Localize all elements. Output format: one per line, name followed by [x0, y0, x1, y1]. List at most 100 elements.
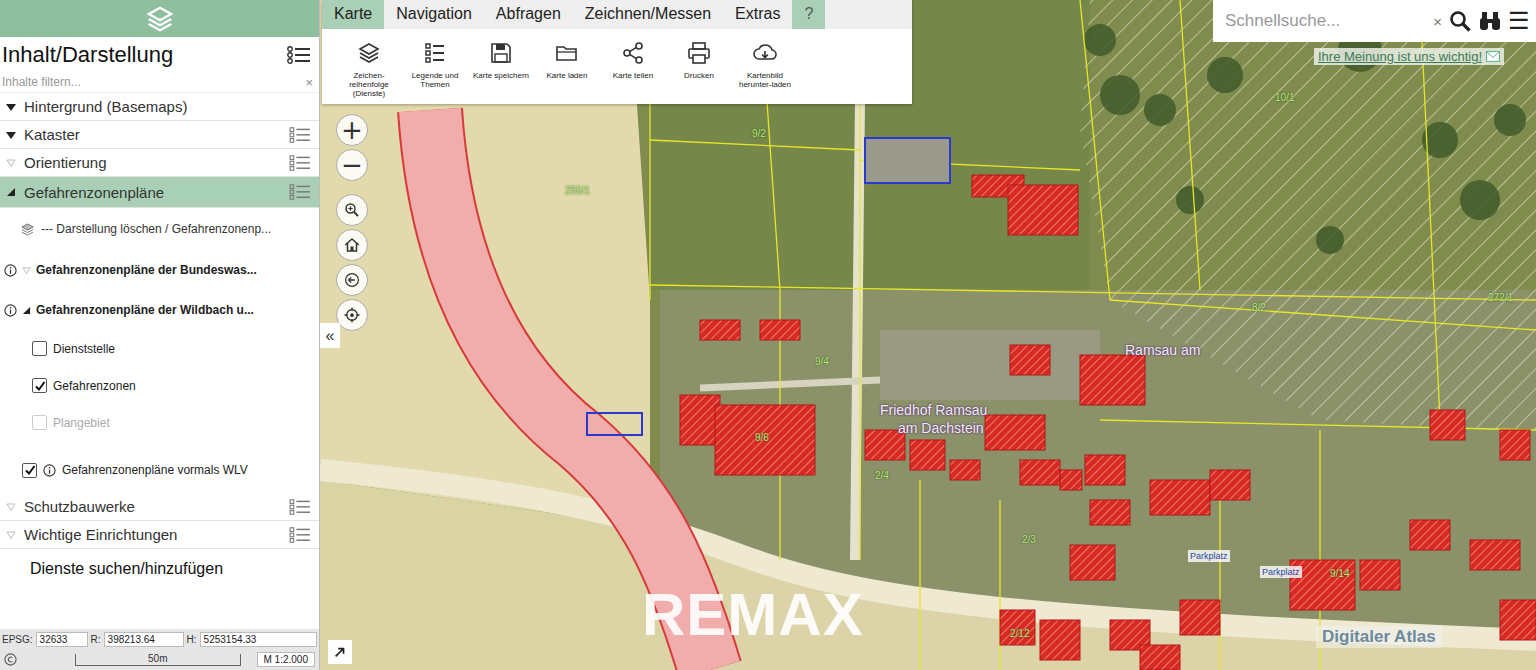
toolbar-tab[interactable]: Zeichnen/Messen — [573, 0, 723, 29]
scale-field[interactable]: M 1:2.000 — [257, 652, 315, 667]
building-hazard[interactable] — [1020, 460, 1060, 485]
building-hazard[interactable] — [700, 320, 740, 340]
search-icon[interactable] — [1448, 9, 1472, 33]
expand-icon[interactable] — [6, 158, 16, 168]
building-hazard[interactable] — [715, 405, 815, 475]
building-hazard[interactable] — [910, 440, 945, 470]
expand-icon[interactable] — [6, 187, 16, 197]
parcel-highlight[interactable] — [865, 138, 950, 183]
layer-group[interactable]: Schutzbauwerke — [0, 493, 319, 521]
legend-list-icon[interactable] — [289, 126, 311, 144]
layer-group-label[interactable]: Hintergrund (Basemaps) — [24, 98, 311, 115]
layer-checkbox-row[interactable]: Gefahrenzonen — [0, 367, 319, 404]
back-button[interactable] — [336, 264, 368, 296]
layer-checkbox-row[interactable]: Dienststelle — [0, 330, 319, 367]
building-hazard[interactable] — [1180, 600, 1220, 635]
layer-checkbox-label[interactable]: Gefahrenzonen — [53, 379, 136, 393]
layer-checkbox-row[interactable]: Gefahrenzonenpläne vormals WLV — [0, 447, 319, 493]
map-view[interactable]: 10/19/28/2272/1255/19/69/42/42/32/129/14… — [320, 0, 1536, 670]
layer-group[interactable]: Gefahrenzonenpläne — [0, 177, 319, 208]
layer-checkbox[interactable] — [32, 341, 47, 356]
building-hazard[interactable] — [1500, 600, 1536, 640]
search-clear-button[interactable]: × — [1433, 13, 1442, 30]
toolbar-button-label[interactable]: Zeichen-reihenfolge (Dienste) — [340, 71, 398, 98]
layer-group[interactable]: Kataster — [0, 121, 319, 149]
building-hazard[interactable] — [1060, 470, 1082, 490]
layer-checkbox-label[interactable]: Dienststelle — [53, 342, 115, 356]
info-icon[interactable] — [4, 304, 17, 317]
r-field[interactable]: 398213.64 — [104, 632, 184, 647]
layer-subgroup[interactable]: Gefahrenzonenpläne der Bundeswas... — [0, 250, 319, 290]
building-hazard[interactable] — [1410, 520, 1450, 550]
toolbar-tab[interactable]: ? — [792, 0, 825, 29]
building-hazard[interactable] — [1430, 410, 1465, 440]
feedback-text[interactable]: Ihre Meinung ist uns wichtig! — [1318, 49, 1482, 64]
feedback-link[interactable]: Ihre Meinung ist uns wichtig! — [1314, 48, 1504, 65]
layer-subgroup[interactable]: Gefahrenzonenpläne der Wildbach u... — [0, 290, 319, 330]
building-hazard[interactable] — [1070, 545, 1115, 580]
building-hazard[interactable] — [1090, 500, 1130, 525]
building-hazard[interactable] — [760, 320, 800, 340]
info-icon[interactable] — [43, 464, 56, 477]
toolbar-button[interactable]: Zeichen-reihenfolge (Dienste) — [336, 41, 402, 98]
layer-group-label[interactable]: Schutzbauwerke — [24, 498, 281, 515]
info-icon[interactable] — [4, 264, 17, 277]
filter-clear-button[interactable]: × — [305, 75, 313, 90]
building-hazard[interactable] — [1080, 355, 1145, 405]
building-hazard[interactable] — [1470, 540, 1520, 570]
find-services-label[interactable]: Dienste suchen/hinzufügen — [30, 560, 223, 578]
copyright-icon[interactable] — [4, 653, 17, 666]
toolbar-button-label[interactable]: Legende und Themen — [406, 71, 464, 89]
layer-checkbox-label[interactable]: Gefahrenzonenpläne vormals WLV — [62, 463, 248, 477]
layer-checkbox-label[interactable]: Plangebiet — [53, 416, 110, 430]
building-hazard[interactable] — [680, 395, 720, 445]
home-button[interactable] — [336, 229, 368, 261]
layer-checkbox[interactable] — [22, 463, 37, 478]
toolbar-button-label[interactable]: Kartenbild herunter-laden — [736, 71, 794, 89]
binoculars-icon[interactable] — [1478, 9, 1502, 33]
toolbar-button[interactable]: Kartenbild herunter-laden — [732, 41, 798, 98]
building-hazard[interactable] — [985, 415, 1045, 450]
locate-button[interactable] — [336, 299, 368, 331]
expand-icon[interactable] — [22, 306, 31, 315]
layer-group-label[interactable]: Orientierung — [24, 154, 281, 171]
toolbar-button[interactable]: Karte teilen — [600, 41, 666, 98]
envelope-icon[interactable] — [1486, 51, 1500, 62]
building-hazard[interactable] — [1210, 470, 1250, 500]
filter-input[interactable] — [2, 74, 305, 90]
building-hazard[interactable] — [950, 460, 980, 480]
layer-checkbox[interactable] — [32, 378, 47, 393]
toolbar-tab[interactable]: Navigation — [384, 0, 484, 29]
expand-icon[interactable] — [6, 502, 16, 512]
layer-group-label[interactable]: Kataster — [24, 126, 281, 143]
expand-icon[interactable] — [6, 130, 16, 140]
clear-display-label[interactable]: --- Darstellung löschen / Gefahrenzonenp… — [41, 222, 271, 236]
legend-list-icon[interactable] — [289, 498, 311, 516]
toolbar-button-label[interactable]: Drucken — [670, 71, 728, 80]
layer-checkbox[interactable] — [32, 415, 47, 430]
search-input[interactable] — [1223, 10, 1427, 32]
toolbar-tab[interactable]: Extras — [723, 0, 792, 29]
toolbar-button[interactable]: Karte speichern — [468, 41, 534, 98]
zoom-out-button[interactable]: − — [336, 149, 368, 181]
toolbar-tab[interactable]: Karte — [322, 0, 384, 29]
building-hazard[interactable] — [1085, 455, 1125, 485]
zoom-in-button[interactable]: + — [336, 114, 368, 146]
building-hazard[interactable] — [1008, 185, 1078, 235]
zoom-box-button[interactable] — [336, 194, 368, 226]
expand-icon[interactable] — [22, 266, 31, 275]
layer-group[interactable]: Wichtige Einrichtungen — [0, 521, 319, 549]
layer-group[interactable]: Hintergrund (Basemaps) — [0, 93, 319, 121]
toolbar-button-label[interactable]: Karte speichern — [472, 71, 530, 80]
h-field[interactable]: 5253154.33 — [200, 632, 317, 647]
legend-list-icon[interactable] — [289, 526, 311, 544]
layer-subgroup-label[interactable]: Gefahrenzonenpläne der Bundeswas... — [36, 263, 257, 277]
toolbar-button-label[interactable]: Karte teilen — [604, 71, 662, 80]
menu-icon[interactable]: ☰ — [1508, 9, 1530, 33]
building-hazard[interactable] — [1150, 480, 1210, 515]
legend-list-icon[interactable] — [289, 154, 311, 172]
expand-icon[interactable] — [6, 102, 16, 112]
building-hazard[interactable] — [1360, 560, 1400, 590]
layer-subgroup-label[interactable]: Gefahrenzonenpläne der Wildbach u... — [36, 303, 254, 317]
toolbar-button[interactable]: Legende und Themen — [402, 41, 468, 98]
